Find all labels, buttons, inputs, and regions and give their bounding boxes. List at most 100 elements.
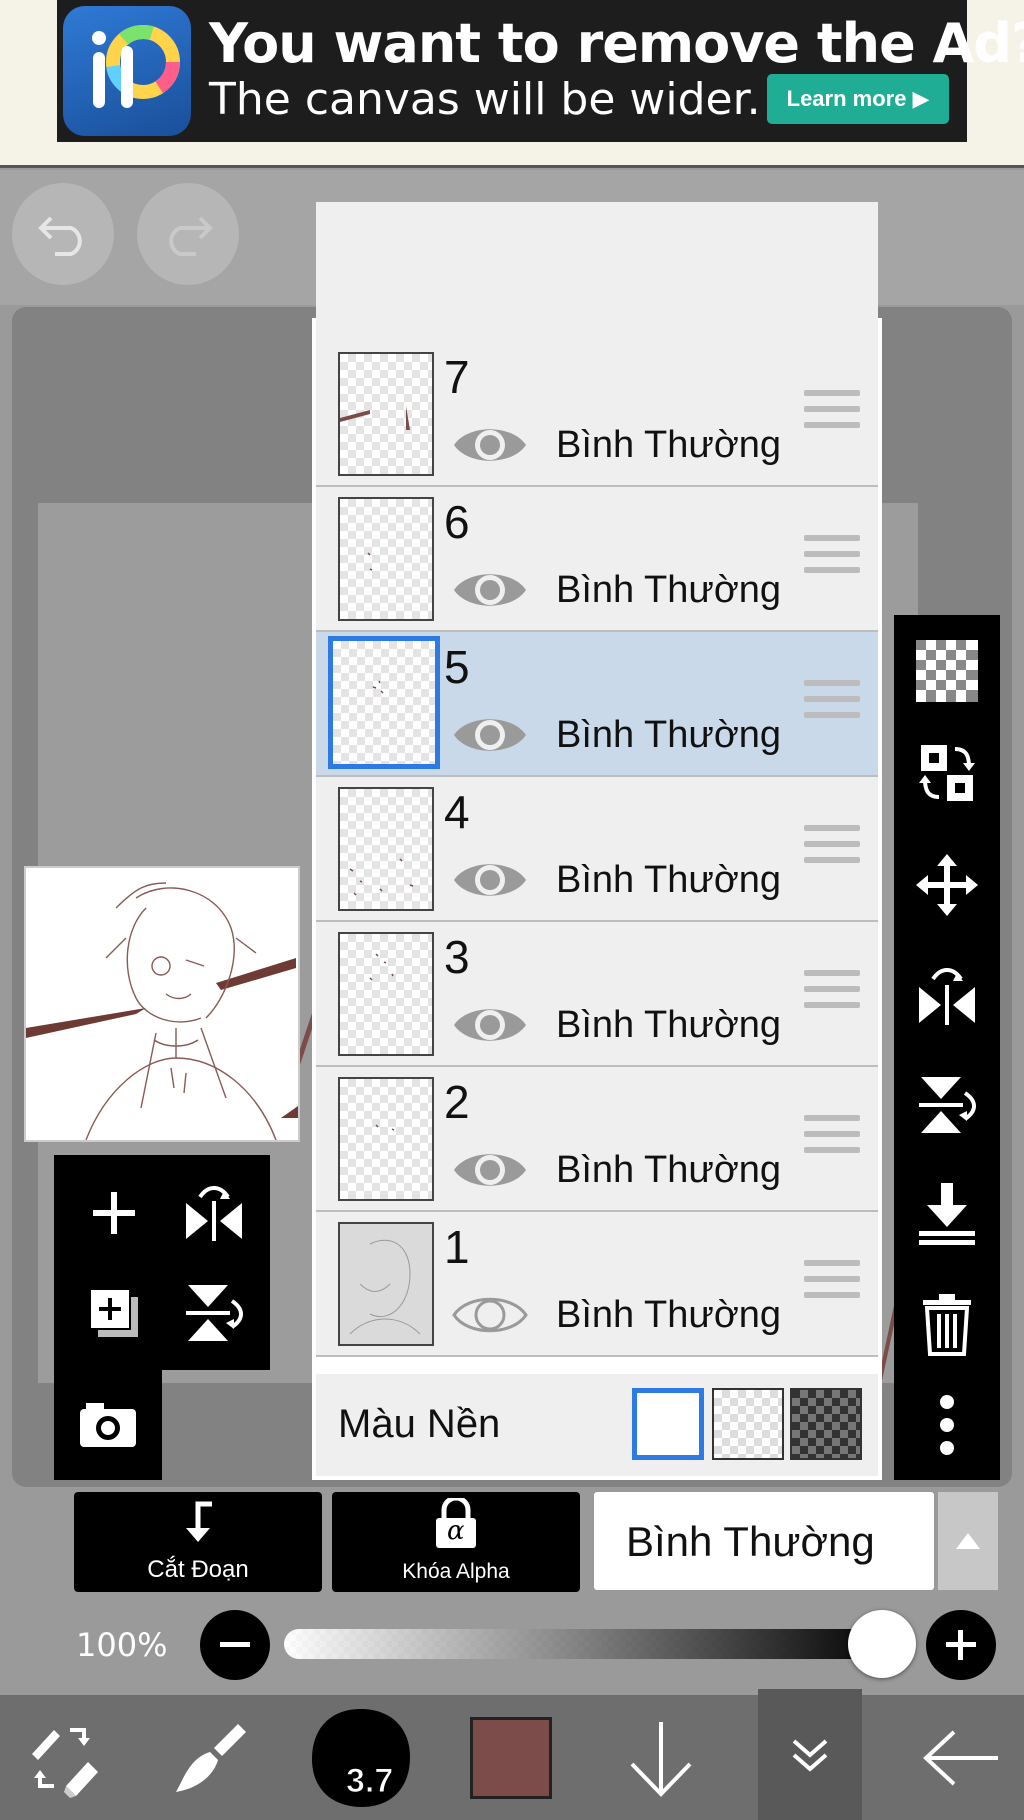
brush-eraser-swap-icon [32, 1727, 98, 1798]
play-arrow-icon: ▶ [912, 86, 930, 111]
flip-vertical-button[interactable] [168, 1267, 260, 1359]
layer-row[interactable]: 7 Bình Thường [316, 342, 878, 487]
flip-vertical-layer-button[interactable] [894, 1055, 1000, 1155]
brush-tool-button[interactable] [160, 1695, 260, 1820]
background-color-row: Màu Nền [316, 1374, 878, 1476]
tool-swap-button[interactable] [14, 1695, 114, 1820]
layer-menu-button[interactable] [758, 1689, 862, 1820]
layer-number: 6 [444, 496, 470, 548]
bg-dark-swatch[interactable] [790, 1388, 862, 1460]
layer-thumbnail[interactable] [338, 932, 434, 1056]
layer-row[interactable]: 1 Bình Thường [316, 1212, 878, 1357]
layer-number: 4 [444, 786, 470, 838]
opacity-decrease-button[interactable] [200, 1610, 270, 1680]
move-button[interactable] [894, 835, 1000, 935]
color-button[interactable] [466, 1695, 556, 1820]
visibility-eye-icon[interactable] [452, 420, 528, 470]
opacity-slider[interactable] [284, 1629, 890, 1659]
arrow-down-icon [630, 1721, 692, 1797]
brush-size-value: 3.7 [345, 1762, 394, 1801]
drag-handle-icon[interactable] [804, 680, 860, 726]
camera-icon [80, 1403, 136, 1447]
redo-button[interactable] [137, 183, 239, 285]
swap-layers-button[interactable] [894, 723, 1000, 823]
left-tool-panel [54, 1155, 270, 1370]
drag-handle-icon[interactable] [804, 825, 860, 871]
blend-mode-value: Bình Thường [626, 1518, 875, 1565]
layer-thumbnail[interactable] [338, 787, 434, 911]
visibility-eye-icon[interactable] [452, 565, 528, 615]
layer-row[interactable]: 6 Bình Thường [316, 487, 878, 632]
bg-transparent-swatch[interactable] [712, 1388, 784, 1460]
layer-thumbnail[interactable] [338, 497, 434, 621]
add-layer-button[interactable] [68, 1167, 160, 1259]
opacity-slider-thumb[interactable] [848, 1610, 916, 1678]
opacity-increase-button[interactable] [926, 1610, 996, 1680]
drag-handle-icon[interactable] [804, 970, 860, 1016]
layer-thumbnail[interactable] [338, 1222, 434, 1346]
layer-number: 7 [444, 351, 470, 403]
layer-thumbnail[interactable] [328, 636, 440, 769]
flip-vertical-icon [919, 1077, 976, 1133]
blend-mode-dropdown-button[interactable] [938, 1492, 998, 1590]
reference-preview-window[interactable] [24, 866, 300, 1142]
flip-horizontal-icon [186, 1186, 242, 1241]
layer-blend-mode: Bình Thường [556, 569, 782, 611]
drag-handle-icon[interactable] [804, 1260, 860, 1306]
clipping-button[interactable]: Cắt Đoạn [74, 1492, 322, 1592]
visibility-eye-icon[interactable] [452, 710, 528, 760]
bottom-toolbar [0, 1689, 1024, 1820]
layer-thumbnail[interactable] [338, 1077, 434, 1201]
flip-vertical-icon [186, 1285, 243, 1341]
minus-icon [220, 1642, 250, 1647]
layer-row[interactable]: 4 Bình Thường [316, 777, 878, 922]
brush-size-button[interactable] [296, 1695, 426, 1820]
flip-horizontal-button[interactable] [168, 1167, 260, 1259]
more-options-button[interactable] [894, 1375, 1000, 1475]
layer-panel[interactable]: 7 Bình Thường 6 Bình Thường 5 Bình Thường 4 Bìn… [312, 202, 882, 1480]
layer-row[interactable]: 5 Bình Thường [316, 632, 878, 777]
layer-number: 1 [444, 1221, 470, 1273]
duplicate-layer-button[interactable] [68, 1267, 160, 1359]
layer-row[interactable]: 2 Bình Thường [316, 1067, 878, 1212]
ad-banner[interactable]: You want to remove the Ad? The canvas wi… [57, 0, 1024, 142]
clipping-arrow-icon [186, 1501, 212, 1542]
layer-row-partial[interactable] [316, 202, 878, 347]
more-vertical-icon [940, 1395, 954, 1455]
undo-button[interactable] [12, 183, 114, 285]
sketch-preview-image [26, 882, 298, 1140]
layer-blend-mode: Bình Thường [556, 859, 782, 901]
left-tool-panel-lower [54, 1370, 162, 1480]
delete-layer-button[interactable] [894, 1275, 1000, 1375]
layer-number: 2 [444, 1076, 470, 1128]
flip-horizontal-layer-button[interactable] [894, 945, 1000, 1045]
layer-thumbnail[interactable] [338, 352, 434, 476]
bg-white-swatch[interactable] [632, 1388, 704, 1460]
layer-blend-mode: Bình Thường [556, 1149, 782, 1191]
blend-mode-select[interactable]: Bình Thường [594, 1492, 934, 1590]
visibility-eye-icon[interactable] [452, 1145, 528, 1195]
merge-down-button[interactable] [894, 1165, 1000, 1265]
visibility-eye-icon[interactable] [452, 1000, 528, 1050]
drag-handle-icon[interactable] [804, 535, 860, 581]
alpha-glyph: α [447, 1516, 465, 1546]
alpha-lock-label: Khóa Alpha [402, 1560, 510, 1583]
alpha-lock-button[interactable]: α Khóa Alpha [332, 1492, 580, 1592]
opacity-value: 100% [76, 1626, 168, 1664]
visibility-eye-icon[interactable] [452, 855, 528, 905]
layer-row[interactable]: 3 Bình Thường [316, 922, 878, 1067]
learn-more-button[interactable]: Learn more ▶ [767, 74, 949, 124]
swap-layers-icon [919, 745, 975, 801]
drag-handle-icon[interactable] [804, 1115, 860, 1161]
layer-number: 5 [444, 641, 470, 693]
visibility-eye-icon[interactable] [452, 1290, 528, 1340]
camera-button[interactable] [62, 1378, 154, 1470]
scroll-down-button[interactable] [616, 1695, 706, 1820]
drag-handle-icon[interactable] [804, 390, 860, 436]
transparency-button[interactable] [894, 621, 1000, 721]
back-button[interactable] [910, 1695, 1010, 1820]
plus-icon [93, 1192, 135, 1234]
layer-blend-mode: Bình Thường [556, 714, 782, 756]
brush-icon [176, 1723, 246, 1792]
ad-area: You want to remove the Ad? The canvas wi… [0, 0, 1024, 168]
